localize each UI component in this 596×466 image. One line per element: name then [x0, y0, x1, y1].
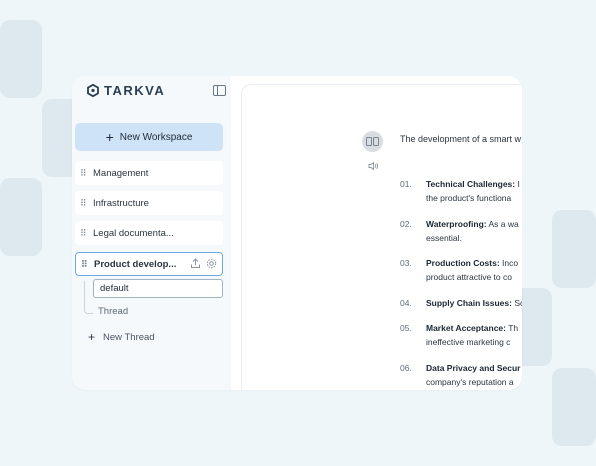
- item-title: Technical Challenges:: [426, 179, 516, 189]
- logo: TARKVA: [87, 83, 165, 98]
- drag-handle-icon[interactable]: ⠿: [80, 168, 90, 178]
- workspace-label: Infrastructure: [93, 197, 149, 209]
- assistant-avatar-icon: [362, 131, 383, 152]
- item-title: Data Privacy and Secur: [426, 363, 521, 373]
- background-block: [552, 210, 596, 288]
- workspace-item[interactable]: ⠿ Infrastructure: [75, 191, 223, 215]
- plus-icon: +: [105, 129, 114, 145]
- list-number: 04.: [400, 298, 412, 308]
- workspace-label: Product develop...: [94, 258, 177, 270]
- message-intro: The development of a smart w: [400, 134, 522, 144]
- item-title: Supply Chain Issues:: [426, 298, 512, 308]
- background-block: [0, 178, 42, 256]
- background-block: [0, 20, 42, 98]
- workspace-item[interactable]: ⠿ Legal documenta...: [75, 221, 223, 245]
- item-text: As a wa: [486, 219, 519, 229]
- brand-name: TARKVA: [104, 83, 166, 98]
- app-window: TARKVA + New Workspace ⠿ Management ⠿ In…: [72, 76, 522, 390]
- speaker-icon[interactable]: [368, 161, 379, 171]
- workspace-label: Management: [93, 167, 149, 179]
- plus-icon: +: [88, 330, 96, 344]
- new-workspace-label: New Workspace: [119, 131, 193, 143]
- thread-item[interactable]: Thread: [98, 306, 128, 317]
- upload-icon[interactable]: [190, 258, 201, 269]
- drag-handle-icon[interactable]: ⠿: [81, 259, 91, 269]
- item-title: Market Acceptance:: [426, 323, 506, 333]
- sidebar: TARKVA + New Workspace ⠿ Management ⠿ In…: [72, 76, 231, 390]
- thread-item-selected[interactable]: default: [93, 279, 223, 298]
- new-thread-label: New Thread: [103, 331, 155, 343]
- drag-handle-icon[interactable]: ⠿: [80, 198, 90, 208]
- sidebar-collapse-icon[interactable]: [213, 85, 226, 96]
- drag-handle-icon[interactable]: ⠿: [80, 228, 90, 238]
- background-block: [552, 368, 596, 446]
- item-text: essential.: [426, 233, 462, 243]
- new-thread-button[interactable]: + New Thread: [88, 331, 155, 343]
- workspace-item[interactable]: ⠿ Management: [75, 161, 223, 185]
- item-text: I: [515, 179, 520, 189]
- item-text: company's reputation a: [426, 377, 514, 387]
- new-workspace-button[interactable]: + New Workspace: [75, 123, 223, 151]
- settings-gear-icon[interactable]: [206, 258, 217, 269]
- list-number: 02.: [400, 219, 412, 229]
- item-text: product attractive to co: [426, 272, 512, 282]
- workspace-item-active[interactable]: ⠿ Product develop...: [75, 252, 223, 276]
- thread-tree-line: [84, 281, 93, 314]
- list-number: 06.: [400, 363, 412, 373]
- item-text: Sc: [514, 298, 522, 308]
- list-number: 05.: [400, 323, 412, 333]
- logo-icon: [87, 84, 99, 97]
- item-text: the product's functiona: [426, 193, 512, 203]
- list-number: 03.: [400, 258, 412, 268]
- item-text: Inco: [499, 258, 519, 268]
- item-text: ineffective marketing c: [426, 337, 511, 347]
- workspace-actions: [190, 258, 217, 269]
- item-text: Th: [506, 323, 519, 333]
- item-title: Waterproofing:: [426, 219, 487, 229]
- workspace-label: Legal documenta...: [93, 227, 174, 239]
- list-number: 01.: [400, 179, 412, 189]
- item-title: Production Costs:: [426, 258, 500, 268]
- chat-panel: The development of a smart w 01. Technic…: [241, 84, 522, 390]
